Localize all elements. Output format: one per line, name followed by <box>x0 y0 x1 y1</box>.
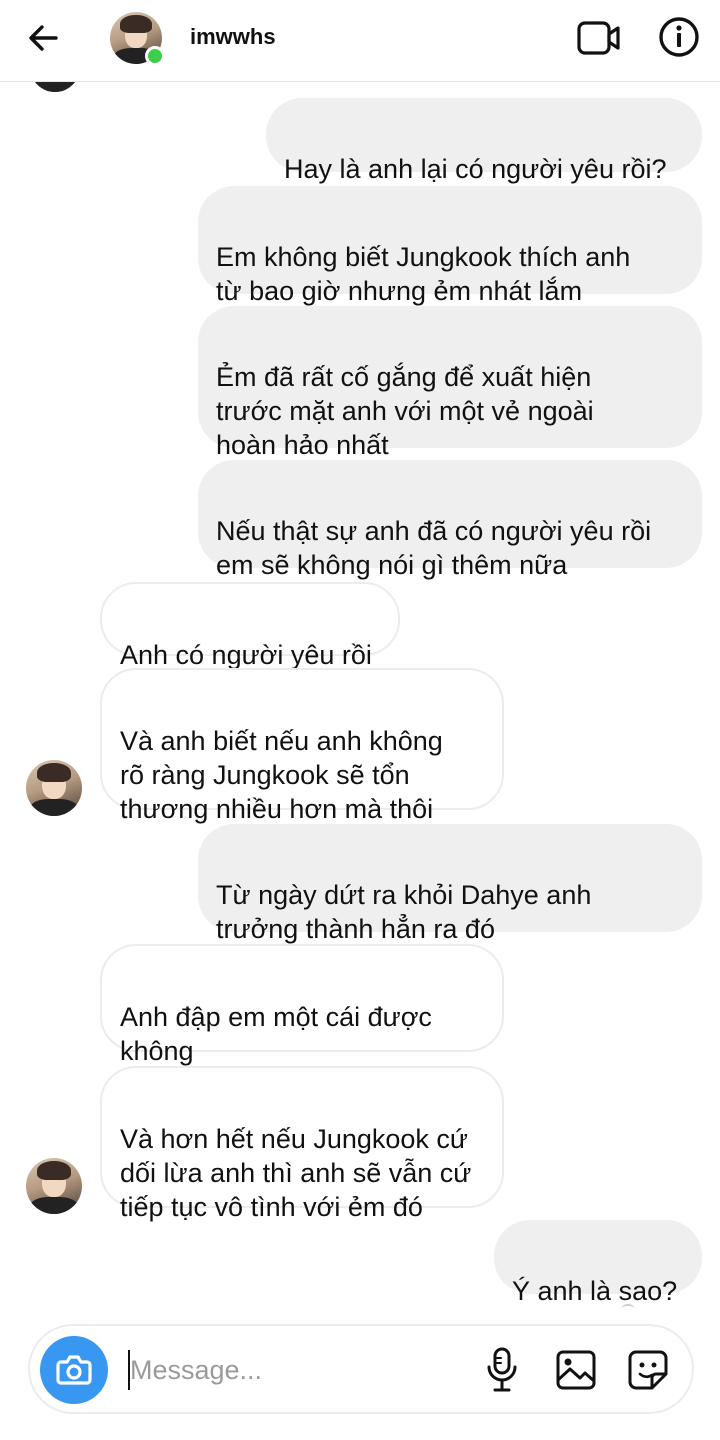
message-bubble-outgoing[interactable]: Em không biết Jungkook thích anh từ bao … <box>198 186 702 306</box>
chat-username[interactable]: imwwhs <box>190 24 276 50</box>
gallery-button[interactable] <box>554 1348 598 1392</box>
message-bubble-incoming[interactable]: Và hơn hết nếu Jungkook cứ dối lừa anh t… <box>100 1066 504 1222</box>
message-text: Và anh biết nếu anh không rõ ràng Jungko… <box>120 726 443 824</box>
sender-avatar[interactable] <box>26 1158 82 1214</box>
message-bubble-outgoing[interactable]: Ẻm đã rất cố gắng để xuất hiện trước mặt… <box>198 306 702 460</box>
video-call-button[interactable] <box>576 16 622 60</box>
message-composer <box>28 1324 694 1414</box>
message-text: Và hơn hết nếu Jungkook cứ dối lừa anh t… <box>120 1124 472 1222</box>
message-bubble-outgoing[interactable]: Từ ngày dứt ra khỏi Dahye anh trưởng thà… <box>198 824 702 978</box>
seen-indicator <box>622 1304 634 1310</box>
message-text: Ẻm đã rất cố gắng để xuất hiện trước mặt… <box>216 362 594 460</box>
voice-message-button[interactable] <box>482 1346 522 1394</box>
message-text: Nếu thật sự anh đã có người yêu rồi em s… <box>216 516 652 580</box>
sticker-icon <box>628 1350 668 1390</box>
sender-avatar-partial <box>30 82 80 92</box>
message-text: Hay là anh lại có người yêu rồi? <box>284 154 667 184</box>
microphone-icon <box>487 1347 517 1392</box>
message-text: Em không biết Jungkook thích anh từ bao … <box>216 242 631 306</box>
info-icon <box>659 17 699 57</box>
chat-header: imwwhs <box>0 0 720 82</box>
online-status-dot <box>145 46 165 66</box>
conversation-info-button[interactable] <box>656 14 702 60</box>
video-camera-icon <box>577 21 620 55</box>
camera-button[interactable] <box>40 1336 108 1404</box>
image-icon <box>556 1350 596 1390</box>
arrow-left-icon <box>29 25 58 51</box>
message-text: Từ ngày dứt ra khỏi Dahye anh trưởng thà… <box>216 880 592 944</box>
message-bubble-outgoing[interactable]: Nếu thật sự anh đã có người yêu rồi em s… <box>198 460 702 580</box>
message-input[interactable] <box>130 1348 430 1392</box>
sticker-button[interactable] <box>626 1348 670 1392</box>
sender-avatar[interactable] <box>26 760 82 816</box>
message-text: Anh đập em một cái được không <box>120 1002 432 1066</box>
message-bubble-incoming[interactable]: Và anh biết nếu anh không rõ ràng Jungko… <box>100 668 504 824</box>
message-bubble-incoming[interactable]: Anh có người yêu rồi <box>100 582 400 670</box>
message-bubble-outgoing[interactable]: Hay là anh lại có người yêu rồi? <box>266 98 702 184</box>
message-bubble-outgoing[interactable]: Ý anh là sao? <box>494 1220 702 1306</box>
message-thread[interactable]: Hay là anh lại có người yêu rồi? Em khôn… <box>0 82 720 1310</box>
camera-icon <box>56 1355 92 1385</box>
message-text: Anh có người yêu rồi <box>120 640 372 670</box>
back-button[interactable] <box>22 16 66 60</box>
message-text: Ý anh là sao? <box>512 1276 678 1306</box>
message-bubble-incoming[interactable]: Anh đập em một cái được không <box>100 944 504 1100</box>
